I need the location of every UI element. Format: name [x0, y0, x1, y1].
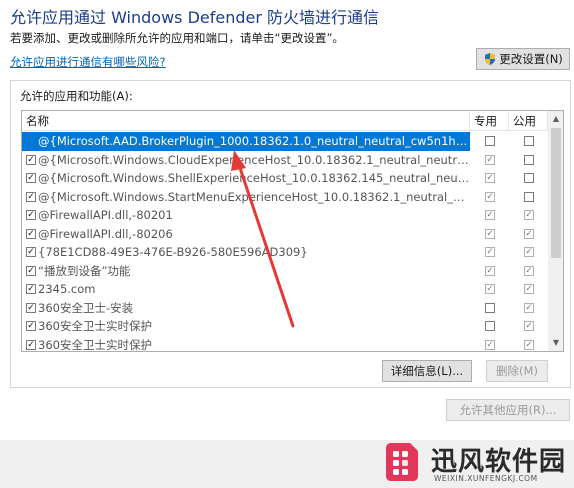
private-checkbox[interactable]	[485, 321, 495, 331]
public-checkbox[interactable]	[524, 154, 534, 165]
list-item[interactable]: 360安全卫士实时保护	[22, 317, 548, 336]
app-name: 360安全卫士实时保护	[38, 337, 152, 352]
scrollbar-thumb[interactable]	[551, 128, 561, 258]
app-name: “播放到设备”功能	[38, 263, 131, 278]
public-checkbox[interactable]	[524, 284, 534, 294]
private-checkbox[interactable]	[485, 339, 495, 350]
public-checkbox[interactable]	[524, 247, 534, 257]
app-name: {78E1CD88-49E3-476E-B926-580E596AD309}	[38, 245, 308, 259]
list-item[interactable]: @FirewallAPI.dll,-80201	[22, 206, 548, 225]
private-checkbox[interactable]	[485, 247, 495, 257]
column-header-public[interactable]: 公用	[509, 111, 548, 131]
column-header-private[interactable]: 专用	[470, 111, 509, 131]
public-checkbox[interactable]	[524, 339, 534, 350]
private-checkbox[interactable]	[485, 228, 495, 239]
list-item[interactable]: @{Microsoft.Windows.StartMenuExperienceH…	[22, 188, 548, 207]
list-item[interactable]: 360安全卫士实时保护	[22, 336, 548, 352]
private-checkbox[interactable]	[485, 265, 495, 276]
chevron-up-icon[interactable]: ▲	[548, 111, 563, 127]
chevron-down-icon[interactable]: ▼	[548, 335, 563, 351]
private-checkbox[interactable]	[485, 191, 495, 202]
public-checkbox[interactable]	[524, 302, 534, 313]
list-item[interactable]: @{Microsoft.Windows.ShellExperienceHost_…	[22, 169, 548, 188]
allowed-apps-list[interactable]: 名称 专用 公用 @{Microsoft.AAD.BrokerPlugin_10…	[21, 110, 564, 352]
app-name: @FirewallAPI.dll,-80206	[38, 226, 173, 241]
details-button[interactable]: 详细信息(L)...	[382, 360, 472, 382]
vertical-scrollbar[interactable]: ▲ ▼	[548, 111, 563, 351]
private-checkbox[interactable]	[485, 302, 495, 313]
private-checkbox[interactable]	[485, 136, 495, 146]
watermark-url: WEIXIN.XUNFENGKJ.COM	[434, 474, 538, 483]
app-name: @{Microsoft.Windows.ShellExperienceHost_…	[38, 171, 470, 185]
page-title: 允许应用通过 Windows Defender 防火墙进行通信	[10, 8, 380, 27]
list-item[interactable]: @{Microsoft.AAD.BrokerPlugin_1000.18362.…	[22, 132, 548, 151]
allow-other-app-button[interactable]: 允许其他应用(R)...	[446, 399, 570, 421]
change-settings-button[interactable]: 更改设置(N)	[476, 48, 570, 70]
list-rows: @{Microsoft.AAD.BrokerPlugin_1000.18362.…	[22, 132, 548, 352]
public-checkbox[interactable]	[524, 228, 534, 239]
public-checkbox[interactable]	[524, 136, 534, 146]
app-name: @{Microsoft.Windows.CloudExperienceHost_…	[38, 152, 470, 167]
watermark-logo-icon	[386, 443, 418, 481]
app-name: 360安全卫士实时保护	[38, 319, 152, 333]
list-item[interactable]: “播放到设备”功能	[22, 262, 548, 281]
private-checkbox[interactable]	[485, 284, 495, 294]
list-item[interactable]: {78E1CD88-49E3-476E-B926-580E596AD309}	[22, 243, 548, 262]
shield-icon	[485, 53, 496, 65]
private-checkbox[interactable]	[485, 173, 495, 183]
private-checkbox[interactable]	[485, 210, 495, 220]
risk-link[interactable]: 允许应用进行通信有哪些风险?	[10, 54, 166, 70]
private-checkbox[interactable]	[485, 154, 495, 165]
column-header-name[interactable]: 名称	[22, 111, 470, 131]
list-item[interactable]: 2345.com	[22, 280, 548, 299]
public-checkbox[interactable]	[524, 265, 534, 276]
app-name: 2345.com	[38, 282, 96, 296]
list-item[interactable]: @{Microsoft.Windows.CloudExperienceHost_…	[22, 151, 548, 170]
watermark-name: 迅风软件园	[431, 447, 567, 477]
public-checkbox[interactable]	[524, 210, 534, 220]
app-name: @{Microsoft.AAD.BrokerPlugin_1000.18362.…	[22, 132, 470, 151]
list-header: 名称 专用 公用	[22, 111, 548, 131]
change-settings-label: 更改设置(N)	[499, 52, 563, 66]
public-checkbox[interactable]	[524, 173, 534, 183]
allowed-apps-label: 允许的应用和功能(A):	[20, 89, 133, 103]
list-item[interactable]: @FirewallAPI.dll,-80206	[22, 225, 548, 244]
list-item[interactable]: 360安全卫士-安装	[22, 299, 548, 318]
public-checkbox[interactable]	[524, 191, 534, 202]
instruction-text: 若要添加、更改或删除所允许的应用和端口，请单击“更改设置”。	[10, 31, 344, 45]
delete-button[interactable]: 删除(M)	[486, 360, 548, 382]
app-name: 360安全卫士-安装	[38, 300, 134, 315]
public-checkbox[interactable]	[524, 321, 534, 331]
app-name: @FirewallAPI.dll,-80201	[38, 208, 173, 222]
app-name: @{Microsoft.Windows.StartMenuExperienceH…	[38, 189, 470, 204]
